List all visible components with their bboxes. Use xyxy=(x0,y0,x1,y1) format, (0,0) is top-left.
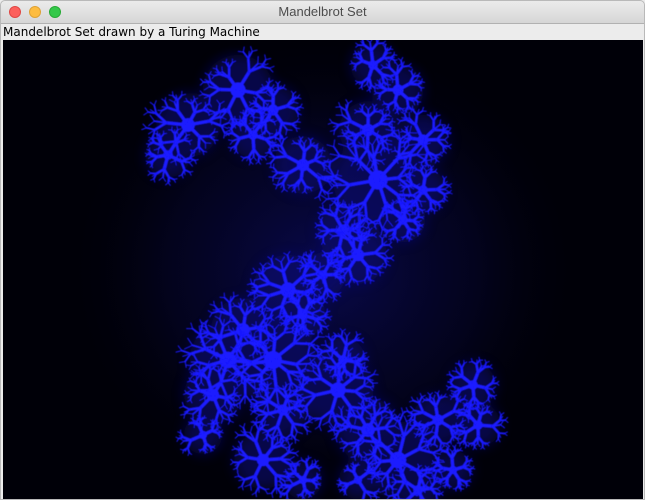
fractal-canvas xyxy=(3,40,643,499)
title-bar[interactable]: Mandelbrot Set xyxy=(1,1,644,24)
heading-label: Mandelbrot Set drawn by a Turing Machine xyxy=(3,25,260,39)
heading-bar: Mandelbrot Set drawn by a Turing Machine xyxy=(1,24,644,40)
window-title: Mandelbrot Set xyxy=(278,4,367,19)
app-window: Mandelbrot Set Mandelbrot Set drawn by a… xyxy=(0,0,645,500)
fractal-image xyxy=(63,40,583,499)
